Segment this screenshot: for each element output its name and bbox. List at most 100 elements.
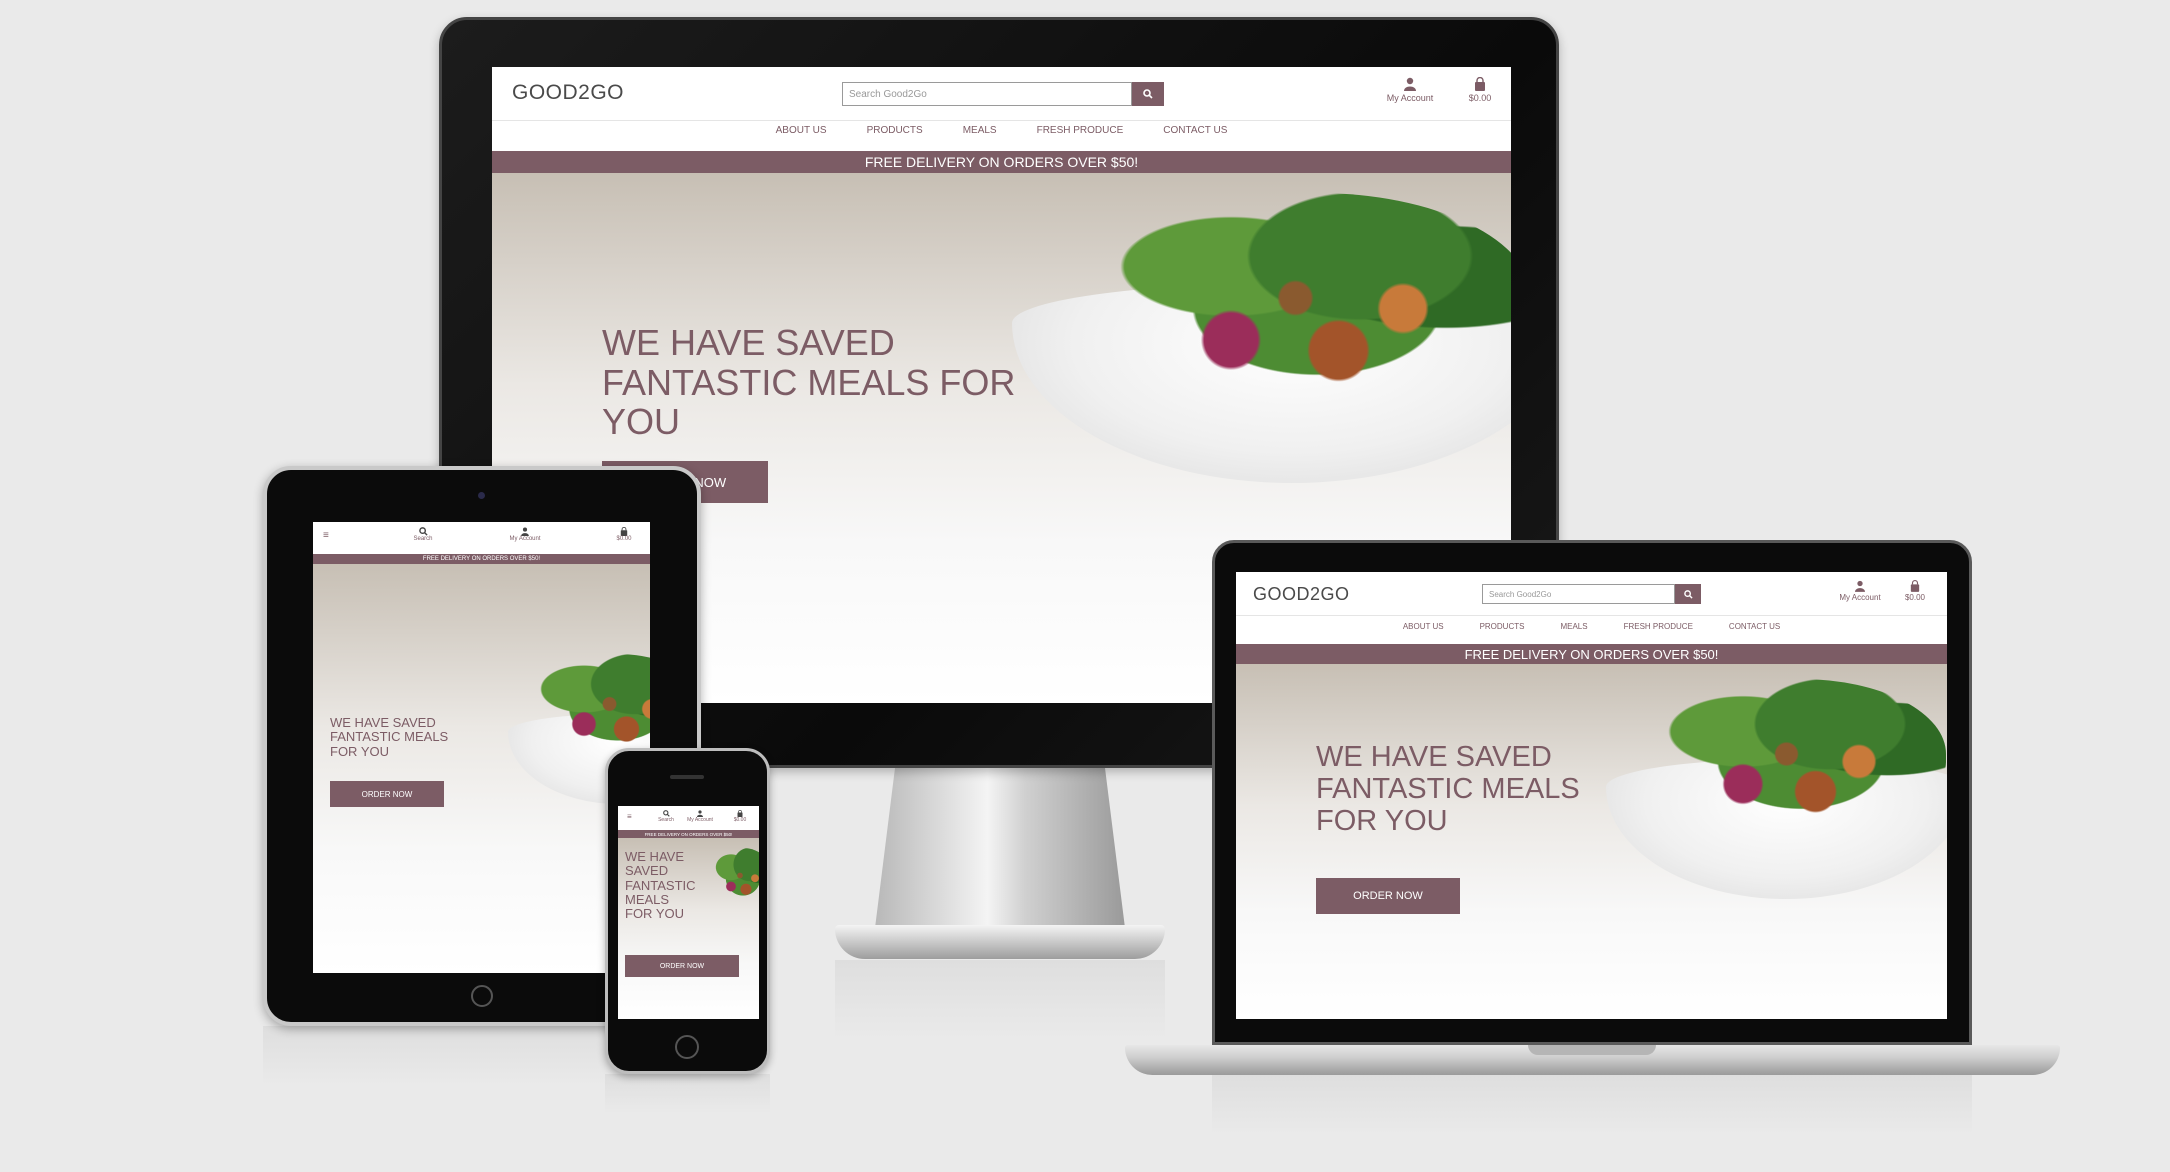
phone-speaker	[670, 775, 704, 779]
laptop-reflection	[1212, 1075, 1972, 1135]
nav-meals[interactable]: MEALS	[1560, 622, 1587, 638]
search-icon	[662, 810, 670, 817]
hero-title-line: FANTASTIC MEALS FOR	[602, 361, 1016, 403]
cart-total: $0.00	[1468, 93, 1492, 103]
user-icon	[1855, 580, 1865, 592]
hero-title-line: WE HAVE SAVED	[330, 715, 436, 730]
site-laptop: GOOD2GO Search Good2Go My Account $0.00 …	[1236, 572, 1947, 1019]
cart-total: $0.00	[616, 536, 632, 542]
user-icon	[697, 810, 703, 817]
order-now-button[interactable]: ORDER NOW	[625, 955, 739, 977]
hero-section: WE HAVE SAVED FANTASTIC MEALS FOR YOU OR…	[313, 564, 650, 973]
nav-about-us[interactable]: ABOUT US	[776, 125, 827, 145]
search-icon	[1683, 589, 1693, 599]
hero-section: WE HAVE SAVED FANTASTIC MEALS FOR YOU OR…	[618, 838, 759, 1019]
tablet-camera	[478, 492, 485, 499]
hero-title-line: FANTASTIC	[625, 877, 696, 893]
site-header: GOOD2GO Search Good2Go My Account $0.00 …	[1236, 572, 1947, 644]
hero-title-line: FANTASTIC MEALS	[1316, 772, 1580, 805]
shopping-bag-icon	[1910, 580, 1920, 592]
hero-title: WE HAVE SAVED FANTASTIC MEALS FOR YOU	[625, 849, 696, 922]
nav-contact-us[interactable]: CONTACT US	[1163, 125, 1227, 145]
site-header: GOOD2GO Search Good2Go My Account $0.00 …	[492, 67, 1511, 151]
search-label: Search	[658, 817, 674, 823]
site-tablet: ≡ Search My Account $0.00 FREE DELIVERY …	[313, 522, 650, 973]
hero-title: WE HAVE SAVED FANTASTIC MEALS FOR YOU	[602, 323, 1015, 442]
laptop-notch	[1528, 1045, 1656, 1055]
header-divider	[1236, 615, 1947, 616]
cart-link[interactable]: $0.00	[728, 810, 752, 823]
nav-contact-us[interactable]: CONTACT US	[1729, 622, 1780, 638]
hero-title-line: WE HAVE SAVED	[1316, 741, 1552, 773]
site-phone: ≡ Search My Account $0.00 FREE DELIVERY …	[618, 806, 759, 1019]
search-icon	[418, 527, 428, 536]
search-toggle[interactable]: Search	[408, 527, 438, 542]
hamburger-menu-icon[interactable]: ≡	[323, 530, 329, 541]
user-icon	[1404, 77, 1416, 91]
hero-title-line: YOU	[602, 401, 681, 443]
hero-title-line: MEALS	[625, 891, 670, 907]
main-nav: ABOUT US PRODUCTS MEALS FRESH PRODUCE CO…	[1236, 622, 1947, 638]
laptop-screen: GOOD2GO Search Good2Go My Account $0.00 …	[1236, 572, 1947, 1019]
phone-screen: ≡ Search My Account $0.00 FREE DELIVERY …	[618, 806, 759, 1019]
hero-title: WE HAVE SAVED FANTASTIC MEALS FOR YOU	[330, 715, 448, 759]
delivery-banner: FREE DELIVERY ON ORDERS OVER $50!	[618, 830, 759, 838]
hero-title-line: FOR YOU	[330, 743, 389, 759]
hero-title-line: WE HAVE SAVED	[602, 322, 895, 363]
phone-reflection	[605, 1074, 770, 1114]
search-button[interactable]	[1132, 82, 1164, 106]
monitor-stand-base	[835, 925, 1165, 959]
order-now-button[interactable]: ORDER NOW	[1316, 878, 1460, 914]
nav-fresh-produce[interactable]: FRESH PRODUCE	[1624, 622, 1693, 638]
hero-title-line: SAVED	[625, 863, 669, 879]
device-mockup-stage: GOOD2GO Search Good2Go My Account $0.00 …	[0, 0, 2170, 1172]
salad-image	[713, 848, 759, 903]
hamburger-menu-icon[interactable]: ≡	[627, 812, 632, 821]
cart-link[interactable]: $0.00	[609, 527, 639, 542]
shopping-bag-icon	[620, 527, 628, 536]
search-button[interactable]	[1675, 584, 1701, 604]
main-nav: ABOUT US PRODUCTS MEALS FRESH PRODUCE CO…	[492, 125, 1511, 145]
salad-image	[1656, 679, 1946, 829]
site-header-tablet: ≡ Search My Account $0.00	[313, 522, 650, 554]
cart-link[interactable]: $0.00	[1898, 580, 1932, 602]
header-divider	[492, 120, 1511, 121]
shopping-bag-icon	[1475, 77, 1485, 91]
nav-about-us[interactable]: ABOUT US	[1403, 622, 1444, 638]
nav-meals[interactable]: MEALS	[963, 125, 997, 145]
delivery-banner: FREE DELIVERY ON ORDERS OVER $50!	[313, 554, 650, 564]
my-account-link[interactable]: My Account	[1833, 580, 1887, 602]
delivery-banner: FREE DELIVERY ON ORDERS OVER $50!	[492, 151, 1511, 173]
nav-fresh-produce[interactable]: FRESH PRODUCE	[1037, 125, 1124, 145]
nav-products[interactable]: PRODUCTS	[1480, 622, 1525, 638]
search-input[interactable]: Search Good2Go	[842, 82, 1132, 106]
tablet-home-button	[471, 985, 493, 1007]
cart-link[interactable]: $0.00	[1460, 77, 1500, 103]
user-icon	[521, 527, 529, 536]
hero-title-line: FOR YOU	[625, 906, 684, 922]
hero-title: WE HAVE SAVED FANTASTIC MEALS FOR YOU	[1316, 741, 1580, 838]
site-header-phone: ≡ Search My Account $0.00	[618, 806, 759, 830]
my-account-label: My Account	[1386, 93, 1434, 103]
cart-total: $0.00	[1904, 593, 1926, 602]
phone-home-button	[675, 1035, 699, 1059]
site-logo[interactable]: GOOD2GO	[1253, 584, 1350, 605]
delivery-banner: FREE DELIVERY ON ORDERS OVER $50!	[1236, 644, 1947, 664]
my-account-label: My Account	[509, 536, 541, 542]
my-account-link[interactable]: My Account	[503, 527, 547, 542]
site-logo[interactable]: GOOD2GO	[512, 81, 624, 105]
nav-products[interactable]: PRODUCTS	[867, 125, 923, 145]
tablet-screen: ≡ Search My Account $0.00 FREE DELIVERY …	[313, 522, 650, 973]
search-input[interactable]: Search Good2Go	[1482, 584, 1675, 604]
my-account-link[interactable]: My Account	[1380, 77, 1440, 103]
my-account-link[interactable]: My Account	[680, 810, 720, 823]
my-account-label: My Account	[1839, 593, 1881, 602]
my-account-label: My Account	[687, 817, 713, 823]
search-icon	[1143, 89, 1153, 99]
order-now-button[interactable]: ORDER NOW	[330, 781, 444, 807]
search-label: Search	[413, 536, 433, 542]
search-toggle[interactable]: Search	[654, 810, 678, 823]
hero-title-line: WE HAVE	[625, 849, 684, 864]
salad-image	[1102, 193, 1511, 403]
monitor-reflection	[835, 960, 1165, 1040]
